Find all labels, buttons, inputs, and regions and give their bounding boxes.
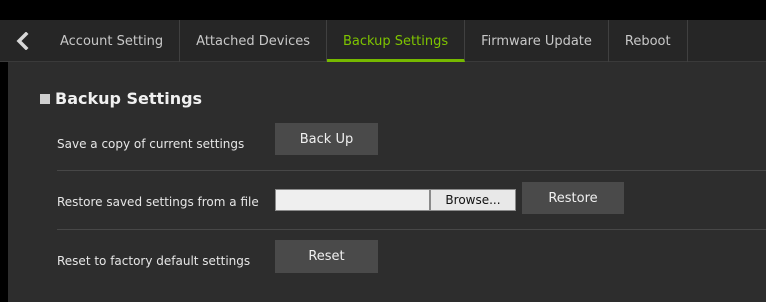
restore-label: Restore saved settings from a file [57,195,259,209]
section-title: Backup Settings [55,89,203,108]
chevron-left-icon [16,32,29,50]
tab-account-setting[interactable]: Account Setting [44,20,181,62]
top-bar [0,0,766,20]
divider [57,229,766,230]
tab-firmware-update[interactable]: Firmware Update [465,20,609,62]
file-path-field[interactable] [275,189,430,211]
back-up-button[interactable]: Back Up [275,123,378,155]
back-button[interactable] [0,20,44,62]
tab-bar: Account Setting Attached Devices Backup … [0,20,766,62]
square-bullet-icon [40,93,50,104]
tab-attached-devices[interactable]: Attached Devices [180,20,327,62]
reset-button[interactable]: Reset [275,240,378,273]
backup-label: Save a copy of current settings [57,137,245,151]
section-header: Backup Settings [40,89,202,108]
reset-label: Reset to factory default settings [57,254,251,268]
tab-backup-settings[interactable]: Backup Settings [327,20,466,62]
tab-list: Account Setting Attached Devices Backup … [44,20,688,62]
tab-reboot[interactable]: Reboot [609,20,688,62]
browse-button[interactable]: Browse... [430,189,516,211]
divider [57,170,766,171]
restore-button[interactable]: Restore [522,182,624,214]
settings-panel: Backup Settings Save a copy of current s… [8,62,766,302]
